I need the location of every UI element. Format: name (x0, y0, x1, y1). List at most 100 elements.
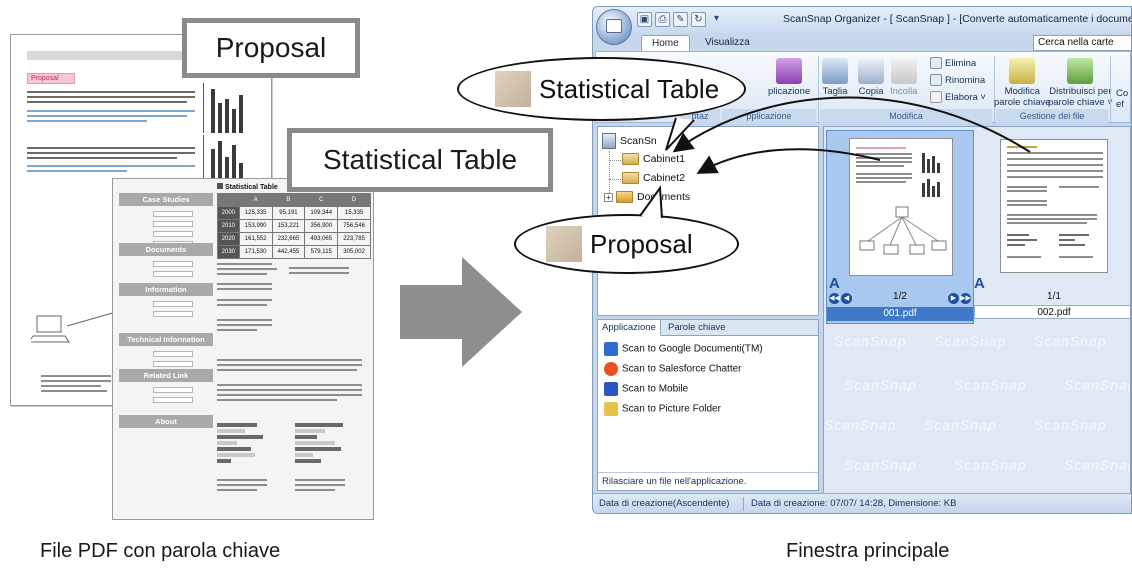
app-google-documenti[interactable]: Scan to Google Documenti(TM) (604, 342, 763, 356)
page-indicator: 1/2 (893, 291, 907, 302)
table-cell: 2010 (217, 219, 240, 233)
statistical-table-bubble: Statistical Table (457, 57, 746, 121)
scanner-icon (606, 19, 622, 33)
right-arrow-icon (400, 257, 522, 367)
text-line (27, 91, 195, 93)
tab-visualizza[interactable]: Visualizza (695, 35, 760, 51)
app-mobile[interactable]: Scan to Mobile (604, 382, 688, 396)
copia-button[interactable]: Copia (858, 58, 884, 97)
left-caption: File PDF con parola chiave (40, 540, 281, 562)
elabora-button[interactable]: Elabora ˅ (930, 90, 986, 106)
text-line (27, 170, 127, 172)
thumbnail-001[interactable]: A ◀◀ ◀ 1/2 ▶ ▶▶ 001.pdf (826, 130, 974, 324)
modifica-parole-chiave-button[interactable]: Modifica parole chiave (994, 58, 1051, 108)
prev-page-icon[interactable]: ◀ (841, 293, 852, 304)
watermark-text: ScanSnap (1034, 417, 1107, 433)
table-header-cell: D (337, 193, 371, 207)
applicazione-button[interactable]: plicazione (768, 58, 810, 97)
dropdown-icon[interactable]: ▾ (709, 12, 724, 27)
cut-icon (822, 58, 848, 84)
rinomina-button[interactable]: Rinomina (930, 73, 985, 89)
status-sort: Data di creazione(Ascendente) (599, 498, 730, 509)
watermark-text: ScanSnap (924, 417, 997, 433)
thumbnail-page (849, 138, 953, 276)
salesforce-icon (604, 362, 618, 376)
statistical-table-label: Statistical Table (287, 128, 553, 192)
tree-item-cabinet2[interactable]: Cabinet2 (622, 172, 685, 185)
tree-item-cabinet1[interactable]: Cabinet1 (622, 153, 685, 166)
file-view: ScanSnap ScanSnap ScanSnap ScanSnap Scan… (823, 126, 1131, 513)
tab-parole-chiave[interactable]: Parole chiave (664, 320, 730, 336)
group-applicazione: pplicazione (722, 109, 816, 123)
table-cell: 232,665 (271, 232, 306, 246)
table-cell: 95,191 (271, 206, 306, 220)
page-indicator: 1/1 (1047, 291, 1061, 302)
quick-access-toolbar: ▣ ⎙ ✎ ↻ ▾ (637, 12, 724, 27)
text-line (27, 96, 195, 98)
tree-item-documents[interactable]: + Documents (604, 191, 690, 204)
section-box: Documents (119, 243, 213, 256)
text-line (27, 101, 187, 103)
table-row: 2010 153,990 153,221 356,900 756,546 (217, 219, 371, 233)
window-title: ScanSnap Organizer - [ ScanSnap ] - [Con… (783, 13, 1131, 25)
distribuisci-button[interactable]: Distribuisci per parole chiave ˅ (1048, 58, 1113, 108)
text-line (27, 115, 187, 117)
section-box: Case Studies (119, 193, 213, 206)
file-thumbnail-icon (495, 71, 531, 107)
table-cell: 153,990 (238, 219, 273, 233)
last-page-icon[interactable]: ▶▶ (960, 293, 971, 304)
text-line (27, 110, 195, 112)
table-header-cell: A (238, 193, 273, 207)
ribbon-cut-button[interactable]: Co ef (1116, 88, 1128, 110)
group-modifica: Modifica (820, 109, 992, 123)
mini-bar-chart (203, 83, 263, 133)
table-cell: 161,552 (238, 232, 273, 246)
next-page-icon[interactable]: ▶ (948, 293, 959, 304)
application-panel: Applicazione Parole chiave Scan to Googl… (597, 319, 819, 491)
watermark-text: ScanSnap (954, 377, 1027, 393)
app-hint: Rilasciare un file nell'applicazione. (598, 472, 818, 490)
first-page-icon[interactable]: ◀◀ (829, 293, 840, 304)
pdf-page-front: Statistical Table A B C D 2000 125,335 95,191 1… (112, 178, 374, 520)
taglia-button[interactable]: Taglia (822, 58, 848, 97)
elimina-button[interactable]: Elimina (930, 56, 976, 72)
section-box: About (119, 415, 213, 428)
table-row: 2030 171,530 442,455 579,115 305,002 (217, 245, 371, 259)
refresh-icon[interactable]: ↻ (691, 12, 706, 27)
table-cell: 15,335 (337, 206, 371, 220)
status-bar: Data di creazione(Ascendente) Data di cr… (593, 493, 1131, 513)
app-picture-folder[interactable]: Scan to Picture Folder (604, 402, 721, 416)
table-cell: 223,785 (337, 232, 371, 246)
app-salesforce-chatter[interactable]: Scan to Salesforce Chatter (604, 362, 742, 376)
expand-icon[interactable]: + (604, 192, 613, 202)
tab-home[interactable]: Home (641, 35, 690, 51)
print-icon[interactable]: ⎙ (655, 12, 670, 27)
text-line (27, 120, 147, 122)
tool-icon[interactable]: ✎ (673, 12, 688, 27)
file-name: 002.pdf (974, 305, 1130, 319)
table-header-row: ABCD (217, 193, 371, 207)
file-thumbnail-icon (546, 226, 582, 262)
watermark-text: ScanSnap (1064, 377, 1131, 393)
watermark-text: ScanSnap (844, 457, 917, 473)
tab-applicazione[interactable]: Applicazione (598, 320, 661, 336)
annotation-mark: A (829, 275, 840, 292)
edit-keywords-icon (1009, 58, 1036, 84)
scansnap-icon (602, 133, 616, 149)
search-caption[interactable]: Cerca nella carte (1033, 35, 1131, 51)
application-icon (776, 58, 803, 84)
proposal-bubble: Proposal (514, 214, 739, 274)
watermark-text: ScanSnap (1034, 333, 1107, 349)
text-line (27, 152, 195, 154)
annotation-mark: A (974, 275, 985, 292)
group-gestione-file: Gestione dei file (996, 109, 1108, 123)
table-row: 2000 125,335 95,191 109,344 15,335 (217, 206, 371, 220)
cabinet-icon (622, 172, 639, 185)
tree-root[interactable]: ScanSn (602, 133, 657, 149)
incolla-button[interactable]: Incolla (890, 58, 917, 97)
scan-icon[interactable]: ▣ (637, 12, 652, 27)
google-docs-icon (604, 342, 618, 356)
thumbnail-002-page[interactable] (1000, 139, 1108, 273)
table-cell: 756,546 (337, 219, 371, 233)
section-box: Technical Information (119, 333, 213, 346)
